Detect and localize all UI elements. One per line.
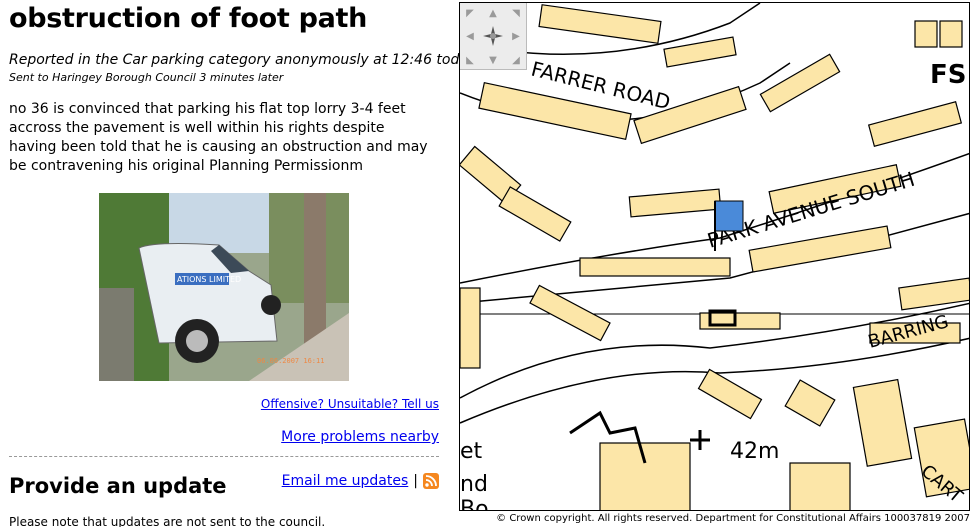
map-label-fs: FS bbox=[930, 60, 967, 90]
divider bbox=[9, 456, 439, 457]
more-problems-link[interactable]: More problems nearby bbox=[281, 429, 439, 445]
rss-icon[interactable] bbox=[423, 473, 439, 489]
report-sent-info: Sent to Haringey Borough Council 3 minut… bbox=[9, 71, 284, 84]
report-abuse-link[interactable]: Offensive? Unsuitable? Tell us bbox=[261, 397, 439, 411]
update-heading: Provide an update bbox=[9, 474, 227, 498]
arrow-down-icon[interactable]: ▼ bbox=[485, 52, 501, 68]
report-panel: obstruction of foot path Reported in the… bbox=[0, 0, 476, 527]
map-label-et: et bbox=[460, 439, 483, 464]
update-note: Please note that updates are not sent to… bbox=[9, 515, 326, 527]
map-label-height: 42m bbox=[730, 439, 779, 464]
arrow-left-icon[interactable]: ◀ bbox=[462, 28, 478, 44]
email-updates-link[interactable]: Email me updates bbox=[282, 473, 409, 489]
map-copyright: © Crown copyright. All rights reserved. … bbox=[496, 513, 970, 524]
van-lettering: ATIONS LIMITED bbox=[177, 275, 241, 284]
report-photo[interactable]: ATIONS LIMITED 06.06.2007 16:11 bbox=[99, 193, 349, 381]
report-description: no 36 is convinced that parking his flat… bbox=[9, 101, 428, 174]
map-label-bo: Bo bbox=[460, 497, 489, 511]
map-navigation: ▲ ▼ ◀ ▶ ◤ ◥ ◣ ◢ bbox=[460, 3, 527, 70]
page-title: obstruction of foot path bbox=[9, 3, 368, 34]
compass-icon[interactable] bbox=[482, 25, 504, 47]
link-separator: | bbox=[413, 473, 418, 489]
arrow-up-right-icon[interactable]: ◥ bbox=[508, 5, 524, 21]
arrow-up-icon[interactable]: ▲ bbox=[485, 5, 501, 21]
email-updates-row: Email me updates | bbox=[282, 473, 439, 489]
map-view[interactable]: FARRER ROAD PARK AVENUE SOUTH BARRING CA… bbox=[459, 2, 970, 511]
photo-timestamp: 06.06.2007 16:11 bbox=[257, 357, 324, 365]
photo-image: ATIONS LIMITED 06.06.2007 16:11 bbox=[99, 193, 349, 381]
arrow-up-left-icon[interactable]: ◤ bbox=[462, 5, 478, 21]
map-tiles: FARRER ROAD PARK AVENUE SOUTH BARRING CA… bbox=[460, 3, 969, 511]
arrow-down-right-icon[interactable]: ◢ bbox=[508, 52, 524, 68]
arrow-down-left-icon[interactable]: ◣ bbox=[462, 52, 478, 68]
arrow-right-icon[interactable]: ▶ bbox=[508, 28, 524, 44]
map-label-nd: nd bbox=[460, 472, 488, 497]
report-meta: Reported in the Car parking category ano… bbox=[9, 52, 477, 68]
